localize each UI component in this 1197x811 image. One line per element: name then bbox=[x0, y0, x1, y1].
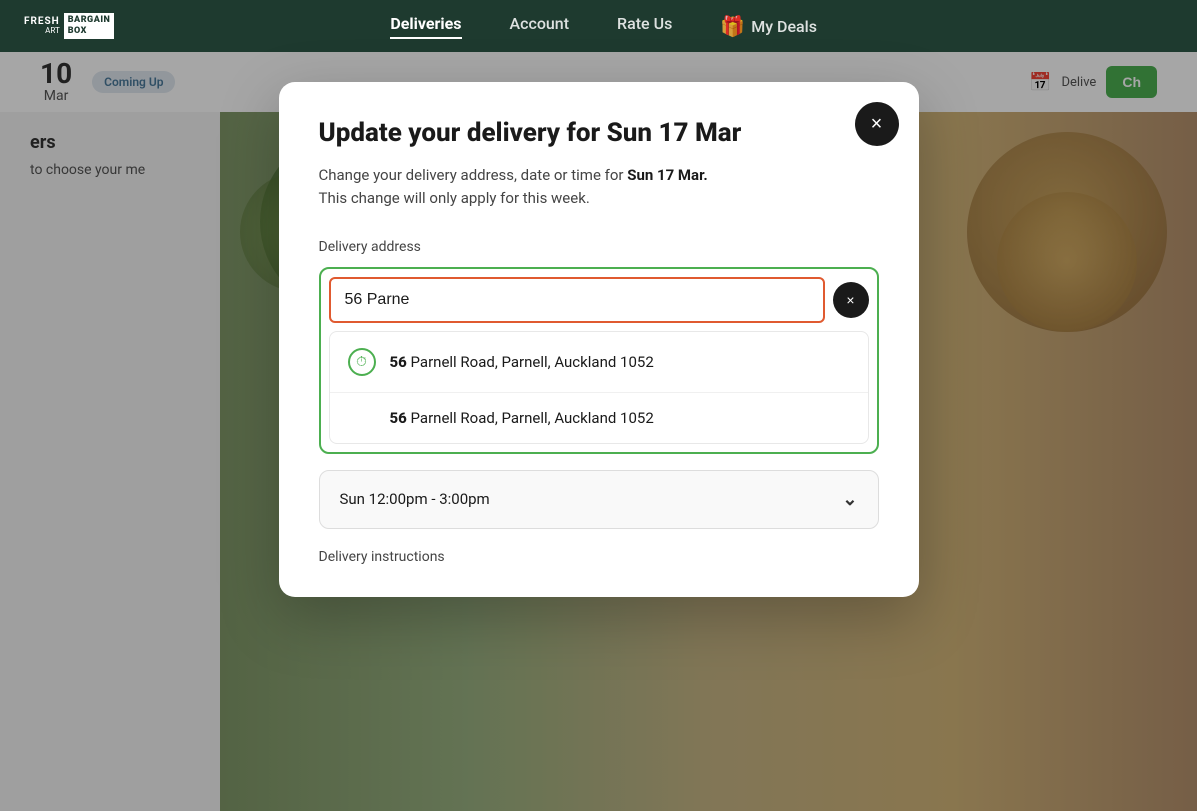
modal-description: Change your delivery address, date or ti… bbox=[319, 164, 879, 211]
nav-rate-us[interactable]: Rate Us bbox=[617, 14, 672, 39]
time-selector[interactable]: Sun 12:00pm - 3:00pm ⌄ bbox=[319, 470, 879, 529]
address-wrapper: × ⏱ 56 Parnell Road, Parnell, Auckland 1… bbox=[319, 267, 879, 454]
delivery-instructions-label: Delivery instructions bbox=[319, 549, 879, 565]
logo-fresh: FRESH ART bbox=[24, 17, 60, 35]
art-text: ART bbox=[45, 27, 60, 35]
location-history-icon: ⏱ bbox=[348, 348, 376, 376]
address-suggestions: ⏱ 56 Parnell Road, Parnell, Auckland 105… bbox=[329, 331, 869, 444]
deals-icon: 🎁 bbox=[720, 14, 745, 38]
deals-label: My Deals bbox=[751, 17, 817, 36]
address-input[interactable] bbox=[329, 277, 825, 323]
logo: FRESH ART BARGAINBOX bbox=[24, 13, 114, 39]
nav-bar: FRESH ART BARGAINBOX Deliveries Account … bbox=[0, 0, 1197, 52]
nav-deliveries[interactable]: Deliveries bbox=[390, 14, 461, 39]
address-label: Delivery address bbox=[319, 239, 879, 255]
nav-account[interactable]: Account bbox=[510, 14, 570, 39]
suggestion-item-2[interactable]: 56 Parnell Road, Parnell, Auckland 1052 bbox=[330, 393, 868, 443]
modal-desc-bold: Sun 17 Mar. bbox=[627, 166, 708, 184]
modal-title: Update your delivery for Sun 17 Mar bbox=[319, 118, 879, 148]
chevron-down-icon: ⌄ bbox=[842, 489, 857, 510]
suggestion-item-1[interactable]: ⏱ 56 Parnell Road, Parnell, Auckland 105… bbox=[330, 332, 868, 393]
suggestion-text-2: 56 Parnell Road, Parnell, Auckland 1052 bbox=[348, 409, 654, 427]
logo-bargain: BARGAINBOX bbox=[64, 13, 115, 39]
suggestion-text-1: 56 Parnell Road, Parnell, Auckland 1052 bbox=[390, 353, 654, 371]
clear-address-button[interactable]: × bbox=[833, 282, 869, 318]
nav-deals[interactable]: 🎁 My Deals bbox=[720, 14, 817, 39]
modal-dialog: × Update your delivery for Sun 17 Mar Ch… bbox=[279, 82, 919, 597]
modal-overlay: × Update your delivery for Sun 17 Mar Ch… bbox=[0, 52, 1197, 811]
time-text: Sun 12:00pm - 3:00pm bbox=[340, 490, 490, 508]
address-input-row: × bbox=[329, 277, 869, 323]
modal-close-button[interactable]: × bbox=[855, 102, 899, 146]
nav-links: Deliveries Account Rate Us 🎁 My Deals bbox=[390, 14, 817, 39]
